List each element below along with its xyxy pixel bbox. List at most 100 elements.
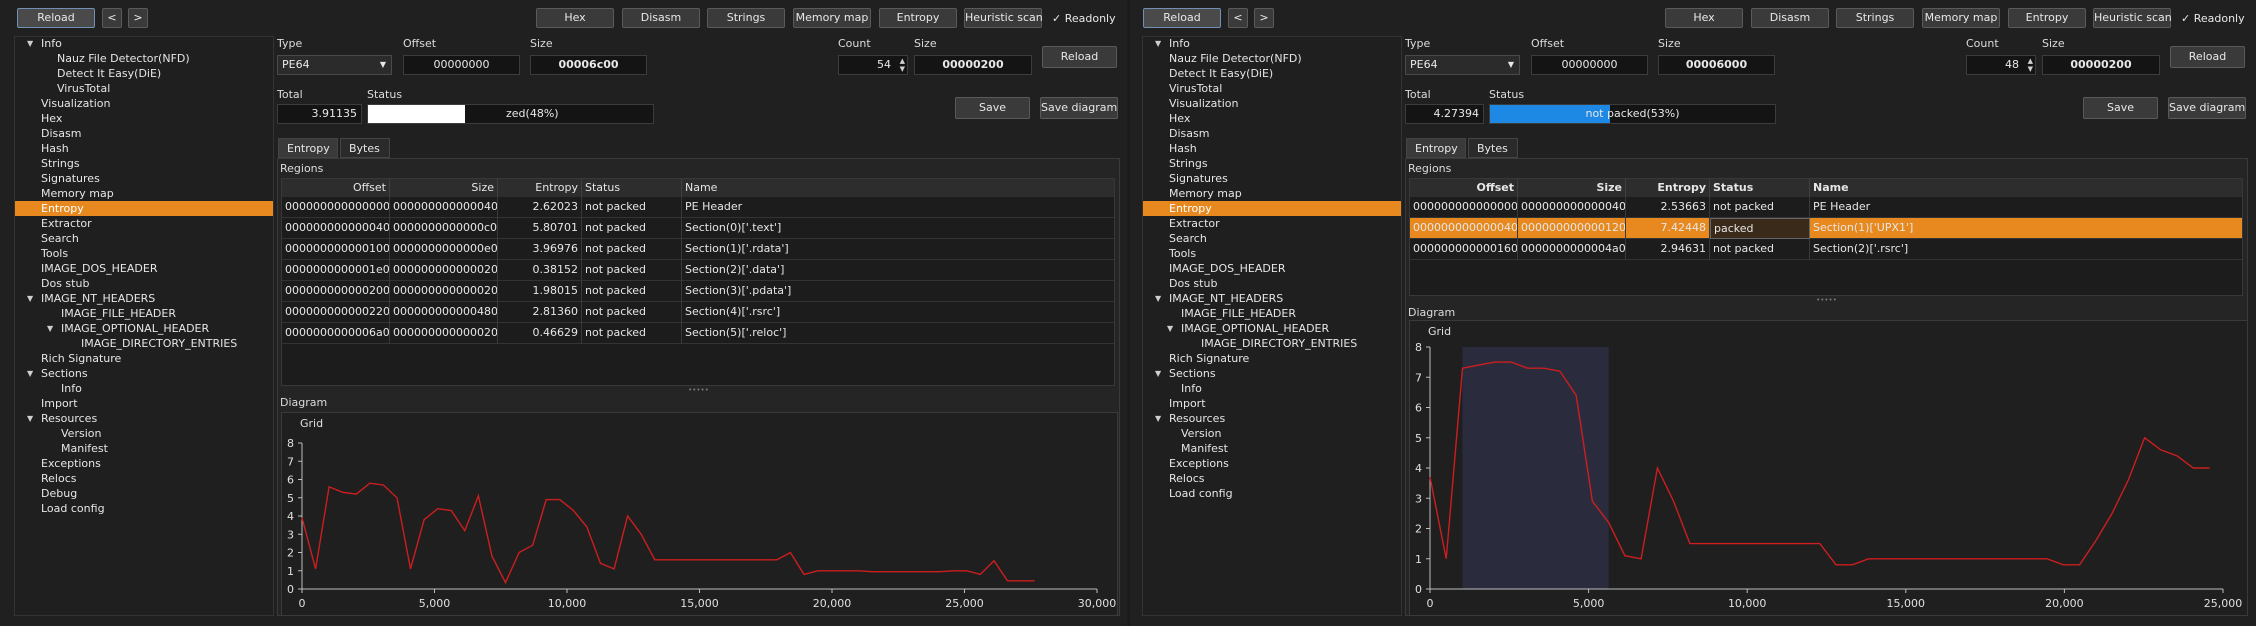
tree-item-info[interactable]: Info [41, 36, 62, 51]
expand-arrow-icon[interactable]: ▼ [47, 321, 53, 336]
tree-item-version[interactable]: Version [1181, 426, 1221, 441]
tree-item-signatures[interactable]: Signatures [41, 171, 100, 186]
disasm-button[interactable]: Disasm [622, 8, 700, 28]
tree-item-visualization[interactable]: Visualization [41, 96, 110, 111]
tree-item-resources[interactable]: Resources [41, 411, 97, 426]
tree-item-search[interactable]: Search [1169, 231, 1207, 246]
tree-item-exceptions[interactable]: Exceptions [1169, 456, 1229, 471]
spin-arrows-icon[interactable]: ▲ ▼ [2028, 57, 2033, 73]
save-button[interactable]: Save [2083, 97, 2158, 119]
table-row[interactable]: 0000000000001000 0000000000000e00 3.96976 n… [282, 239, 1114, 260]
expand-arrow-icon[interactable]: ▼ [27, 36, 33, 51]
reload-entropy-button[interactable]: Reload [2170, 46, 2245, 68]
col-offset-header[interactable]: Offset [1410, 179, 1518, 197]
forward-button[interactable]: > [1254, 8, 1274, 28]
expand-arrow-icon[interactable]: ▼ [27, 411, 33, 426]
tree-item-image-nt-headers[interactable]: IMAGE_NT_HEADERS [41, 291, 155, 306]
tab-bytes[interactable]: Bytes [1468, 138, 1518, 158]
reload-button[interactable]: Reload [1143, 8, 1221, 28]
count-spinbox[interactable]: 54 ▲ ▼ [838, 55, 908, 75]
tree-item-hex[interactable]: Hex [41, 111, 62, 126]
hex-button[interactable]: Hex [536, 8, 614, 28]
tree-item-tools[interactable]: Tools [41, 246, 68, 261]
tree-item-nauz-file-detector-nfd[interactable]: Nauz File Detector(NFD) [1169, 51, 1302, 66]
table-row[interactable]: 0000000000000400 0000000000001200 7.42448 p… [1410, 218, 2242, 239]
save-diagram-button[interactable]: Save diagram [2168, 97, 2246, 119]
tree-item-relocs[interactable]: Relocs [1169, 471, 1204, 486]
tree-item-virustotal[interactable]: VirusTotal [57, 81, 110, 96]
table-row[interactable]: 0000000000002200 0000000000004800 2.81360 n… [282, 302, 1114, 323]
tab-entropy[interactable]: Entropy [278, 138, 338, 158]
table-row[interactable]: 0000000000006a00 0000000000000200 0.46629 n… [282, 323, 1114, 344]
tab-entropy[interactable]: Entropy [1406, 138, 1466, 158]
tree-item-image-dos-header[interactable]: IMAGE_DOS_HEADER [41, 261, 157, 276]
tree-item-visualization[interactable]: Visualization [1169, 96, 1238, 111]
expand-arrow-icon[interactable]: ▼ [27, 291, 33, 306]
tree-item-rich-signature[interactable]: Rich Signature [41, 351, 121, 366]
tree-item-disasm[interactable]: Disasm [41, 126, 81, 141]
tree-item-load-config[interactable]: Load config [41, 501, 105, 516]
tree-item-entropy[interactable]: Entropy [15, 201, 273, 216]
tree-item-nauz-file-detector-nfd[interactable]: Nauz File Detector(NFD) [57, 51, 190, 66]
table-row[interactable]: 0000000000000400 0000000000000c00 5.80701 n… [282, 218, 1114, 239]
tree-item-image-file-header[interactable]: IMAGE_FILE_HEADER [1181, 306, 1296, 321]
tree-item-dos-stub[interactable]: Dos stub [41, 276, 89, 291]
back-button[interactable]: < [102, 8, 122, 28]
size-field[interactable]: 00006000 [1658, 55, 1775, 75]
block-size-field[interactable]: 00000200 [914, 55, 1032, 75]
tree-item-disasm[interactable]: Disasm [1169, 126, 1209, 141]
tree-item-hash[interactable]: Hash [1169, 141, 1197, 156]
tree-item-memory-map[interactable]: Memory map [1169, 186, 1242, 201]
disasm-button[interactable]: Disasm [1751, 8, 1829, 28]
save-diagram-button[interactable]: Save diagram [1040, 97, 1118, 119]
col-entropy-header[interactable]: Entropy [1626, 179, 1710, 197]
tree-item-image-file-header[interactable]: IMAGE_FILE_HEADER [61, 306, 176, 321]
readonly-checkbox[interactable]: ✓ Readonly [1052, 12, 1116, 25]
tree-item-detect-it-easy-die[interactable]: Detect It Easy(DiE) [1169, 66, 1273, 81]
tree-item-dos-stub[interactable]: Dos stub [1169, 276, 1217, 291]
tree-item-info[interactable]: Info [61, 381, 82, 396]
back-button[interactable]: < [1228, 8, 1248, 28]
col-status-header[interactable]: Status [582, 179, 682, 197]
readonly-checkbox[interactable]: ✓ Readonly [2181, 12, 2245, 25]
col-name-header[interactable]: Name [682, 179, 1114, 197]
tree-item-virustotal[interactable]: VirusTotal [1169, 81, 1222, 96]
expand-arrow-icon[interactable]: ▼ [1155, 291, 1161, 306]
tree-item-info[interactable]: Info [1169, 36, 1190, 51]
tree-item-strings[interactable]: Strings [1169, 156, 1208, 171]
expand-arrow-icon[interactable]: ▼ [1155, 411, 1161, 426]
tree-item-detect-it-easy-die[interactable]: Detect It Easy(DiE) [57, 66, 161, 81]
type-select[interactable]: PE64 ▼ [1405, 55, 1520, 75]
heuristic-scan-button[interactable]: Heuristic scan [964, 8, 1043, 28]
offset-field[interactable]: 00000000 [1531, 55, 1648, 75]
col-status-header[interactable]: Status [1710, 179, 1810, 197]
tree-item-manifest[interactable]: Manifest [1181, 441, 1228, 456]
tree-item-strings[interactable]: Strings [41, 156, 80, 171]
expand-arrow-icon[interactable]: ▼ [1155, 366, 1161, 381]
tree-item-extractor[interactable]: Extractor [1169, 216, 1220, 231]
tab-bytes[interactable]: Bytes [340, 138, 390, 158]
tree-item-image-optional-header[interactable]: IMAGE_OPTIONAL_HEADER [61, 321, 209, 336]
tree-item-import[interactable]: Import [1169, 396, 1206, 411]
tree-item-memory-map[interactable]: Memory map [41, 186, 114, 201]
col-size-header[interactable]: Size [390, 179, 498, 197]
tree-item-import[interactable]: Import [41, 396, 78, 411]
forward-button[interactable]: > [128, 8, 148, 28]
col-offset-header[interactable]: Offset [282, 179, 390, 197]
memory-map-button[interactable]: Memory map [793, 8, 871, 28]
tree-item-load-config[interactable]: Load config [1169, 486, 1233, 501]
tree-item-extractor[interactable]: Extractor [41, 216, 92, 231]
table-row[interactable]: 0000000000000000 0000000000000400 2.62023 n… [282, 197, 1114, 218]
tree-item-resources[interactable]: Resources [1169, 411, 1225, 426]
reload-button[interactable]: Reload [17, 8, 95, 28]
spin-arrows-icon[interactable]: ▲ ▼ [900, 57, 905, 73]
tree-item-image-dos-header[interactable]: IMAGE_DOS_HEADER [1169, 261, 1285, 276]
hex-button[interactable]: Hex [1665, 8, 1743, 28]
col-name-header[interactable]: Name [1810, 179, 2242, 197]
tree-item-image-directory-entries[interactable]: IMAGE_DIRECTORY_ENTRIES [81, 336, 237, 351]
offset-field[interactable]: 00000000 [403, 55, 520, 75]
table-row[interactable]: 0000000000001600 0000000000004a00 2.94631 n… [1410, 239, 2242, 260]
tree-item-tools[interactable]: Tools [1169, 246, 1196, 261]
heuristic-scan-button[interactable]: Heuristic scan [2093, 8, 2172, 28]
size-field[interactable]: 00006c00 [530, 55, 647, 75]
